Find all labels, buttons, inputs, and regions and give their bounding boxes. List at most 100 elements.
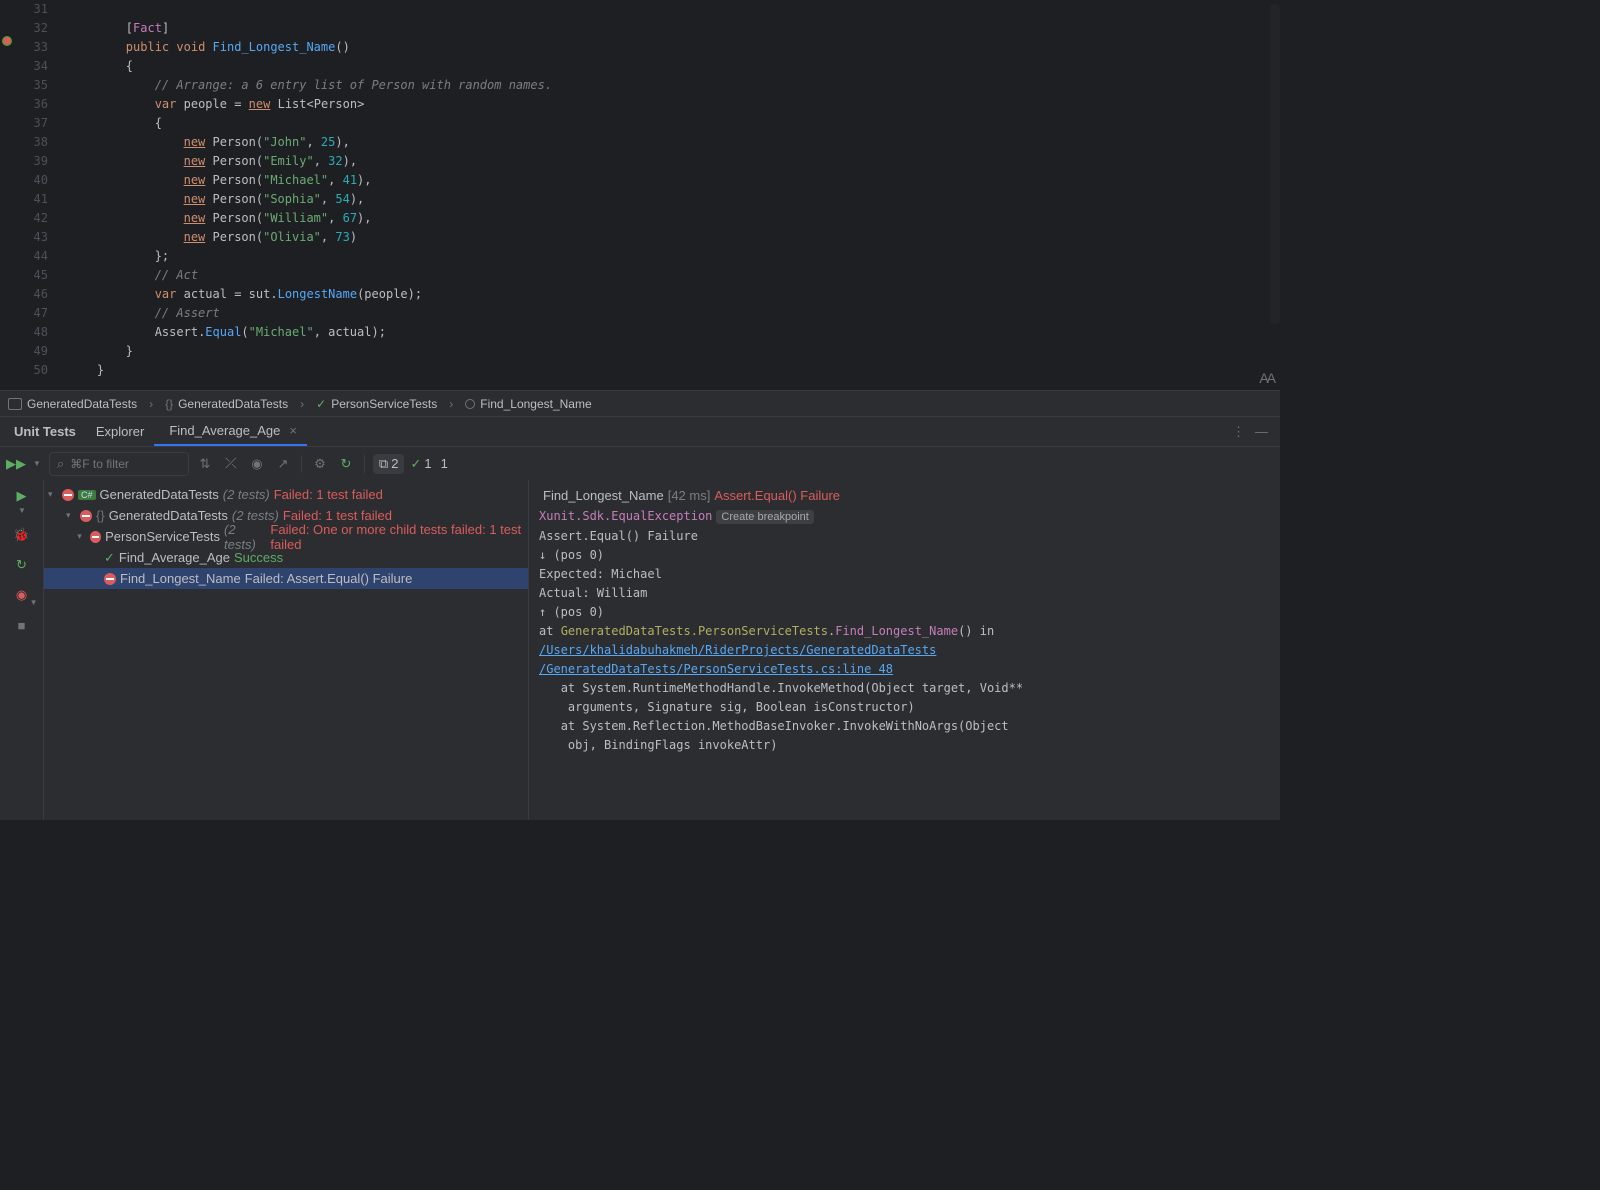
- test-toolbar: ▶▶▼ ⌕ ⇅ ⤫ ◉ ↗ ⚙ ↻ ⧉2 ✓1 1: [0, 446, 1280, 480]
- filter-field[interactable]: [70, 457, 181, 471]
- sort-icon[interactable]: ⇅: [195, 454, 215, 474]
- tree-node-test-fail[interactable]: Find_Longest_Name Failed: Assert.Equal()…: [44, 568, 528, 589]
- breadcrumb-label: GeneratedDataTests: [178, 397, 288, 411]
- tab-unit-tests[interactable]: Unit Tests: [4, 418, 86, 445]
- tree-node-class[interactable]: ▾ PersonServiceTests (2 tests) Failed: O…: [44, 526, 528, 547]
- breadcrumb-label: Find_Longest_Name: [480, 397, 591, 411]
- show-passed-icon[interactable]: ◉: [247, 454, 267, 474]
- link-icon: ⧉: [379, 456, 388, 472]
- scrollbar[interactable]: [1270, 4, 1280, 324]
- search-input[interactable]: ⌕: [49, 452, 189, 476]
- output-line: ↓ (pos 0): [539, 546, 1270, 565]
- count-value: 1: [424, 456, 431, 471]
- search-icon: ⌕: [57, 456, 64, 472]
- output-test-name: Find_Longest_Name: [543, 486, 664, 505]
- debug-button[interactable]: 🐞: [12, 525, 32, 545]
- class-pass-icon: ✓: [316, 397, 326, 411]
- failed-count[interactable]: 1: [438, 456, 448, 471]
- dropdown-icon[interactable]: ▼: [18, 506, 26, 515]
- breadcrumb-item-namespace[interactable]: {} GeneratedDataTests: [165, 397, 288, 411]
- run-button[interactable]: ▶: [12, 486, 32, 506]
- tab-session[interactable]: Find_Average_Age ×: [154, 417, 307, 446]
- create-breakpoint-button[interactable]: Create breakpoint: [716, 510, 813, 524]
- exception-type: Xunit.Sdk.EqualException: [539, 509, 712, 523]
- stop-button[interactable]: ■: [12, 615, 32, 635]
- tab-explorer[interactable]: Explorer: [86, 418, 154, 445]
- namespace-icon: {}: [96, 508, 105, 523]
- count-value: 1: [441, 456, 448, 471]
- tree-status: Failed: One or more child tests failed: …: [270, 522, 528, 552]
- breadcrumb-label: PersonServiceTests: [331, 397, 437, 411]
- tree-count: (2 tests): [224, 522, 266, 552]
- side-action-bar: ▶▼ 🐞 ↻ ◉▼ ■: [0, 480, 44, 820]
- test-output[interactable]: Find_Longest_Name [42 ms] Assert.Equal()…: [528, 480, 1280, 820]
- output-line: Assert.Equal() Failure: [539, 527, 1270, 546]
- stack-link[interactable]: /Users/khalidabuhakmeh/RiderProjects/Gen…: [539, 641, 1270, 660]
- tree-label: Find_Longest_Name: [120, 571, 241, 586]
- test-panel-tabs: Unit Tests Explorer Find_Average_Age × ⋮…: [0, 416, 1280, 446]
- test-tree[interactable]: ▾ C# GeneratedDataTests (2 tests) Failed…: [44, 480, 528, 820]
- output-fail-summary: Assert.Equal() Failure: [714, 486, 840, 505]
- stack-link[interactable]: /GeneratedDataTests/PersonServiceTests.c…: [539, 660, 1270, 679]
- stack-line: at GeneratedDataTests.PersonServiceTests…: [539, 622, 1270, 641]
- fail-icon: [90, 531, 101, 543]
- rerun-all-button[interactable]: ▶▶: [6, 454, 26, 474]
- settings-icon[interactable]: ⚙: [310, 454, 330, 474]
- output-line: ↑ (pos 0): [539, 603, 1270, 622]
- breadcrumb-item-project[interactable]: GeneratedDataTests: [8, 397, 137, 411]
- breadcrumb-label: GeneratedDataTests: [27, 397, 137, 411]
- code-area[interactable]: [Fact] public void Find_Longest_Name() {…: [56, 0, 1280, 390]
- tree-node-project[interactable]: ▾ C# GeneratedDataTests (2 tests) Failed…: [44, 484, 528, 505]
- output-duration: [42 ms]: [668, 486, 711, 505]
- tree-status: Failed: 1 test failed: [274, 487, 383, 502]
- project-icon: [8, 398, 22, 410]
- chevron-down-icon[interactable]: ▾: [77, 531, 86, 542]
- csharp-badge-icon: C#: [78, 490, 96, 500]
- pass-icon: ✓: [104, 550, 115, 566]
- dropdown-icon[interactable]: ▼: [33, 459, 41, 468]
- editor-gutter: 3132333435363738394041424344454647484950: [0, 0, 56, 390]
- rerun-button[interactable]: ↻: [12, 555, 32, 575]
- chevron-down-icon[interactable]: ▾: [48, 489, 58, 500]
- refresh-icon[interactable]: ↻: [336, 454, 356, 474]
- stack-line: at System.Reflection.MethodBaseInvoker.I…: [539, 717, 1270, 755]
- collapse-icon[interactable]: ⤫: [221, 454, 241, 474]
- stop-filter-button[interactable]: ◉▼: [12, 585, 32, 605]
- more-icon[interactable]: ⋮: [1232, 424, 1245, 440]
- tab-label: Explorer: [96, 424, 144, 439]
- fail-icon: [80, 510, 92, 522]
- tree-status: Failed: Assert.Equal() Failure: [245, 571, 413, 586]
- fail-icon: [62, 489, 74, 501]
- chevron-down-icon[interactable]: ▾: [66, 510, 76, 521]
- passed-count[interactable]: ✓1: [410, 456, 431, 472]
- breadcrumb: GeneratedDataTests › {} GeneratedDataTes…: [0, 390, 1280, 416]
- tree-label: GeneratedDataTests: [100, 487, 219, 502]
- breadcrumb-separator: ›: [149, 397, 153, 411]
- tree-label: Find_Average_Age: [119, 550, 230, 565]
- export-icon[interactable]: ↗: [273, 454, 293, 474]
- breadcrumb-item-method[interactable]: Find_Longest_Name: [465, 397, 591, 411]
- tab-label: Find_Average_Age: [169, 423, 280, 438]
- method-icon: [465, 399, 475, 409]
- breadcrumb-item-class[interactable]: ✓ PersonServiceTests: [316, 397, 437, 411]
- breadcrumb-separator: ›: [449, 397, 453, 411]
- check-icon: ✓: [410, 456, 421, 472]
- tree-label: GeneratedDataTests: [109, 508, 228, 523]
- tree-count: (2 tests): [223, 487, 270, 502]
- minimize-icon[interactable]: —: [1255, 424, 1268, 440]
- breadcrumb-separator: ›: [300, 397, 304, 411]
- fail-icon: [104, 573, 116, 585]
- close-icon[interactable]: ×: [289, 423, 297, 438]
- namespace-icon: {}: [165, 397, 173, 411]
- tab-label: Unit Tests: [14, 424, 76, 439]
- test-panel-body: ▶▼ 🐞 ↻ ◉▼ ■ ▾ C# GeneratedDataTests (2 t…: [0, 480, 1280, 820]
- count-value: 2: [391, 456, 398, 471]
- broken-count[interactable]: ⧉2: [373, 454, 405, 474]
- font-size-icon[interactable]: AA: [1259, 370, 1274, 386]
- tree-status: Success: [234, 550, 283, 565]
- editor-area: 3132333435363738394041424344454647484950…: [0, 0, 1280, 390]
- stack-line: at System.RuntimeMethodHandle.InvokeMeth…: [539, 679, 1270, 717]
- output-line: Actual: William: [539, 584, 1270, 603]
- output-line: Expected: Michael: [539, 565, 1270, 584]
- tree-label: PersonServiceTests: [105, 529, 220, 544]
